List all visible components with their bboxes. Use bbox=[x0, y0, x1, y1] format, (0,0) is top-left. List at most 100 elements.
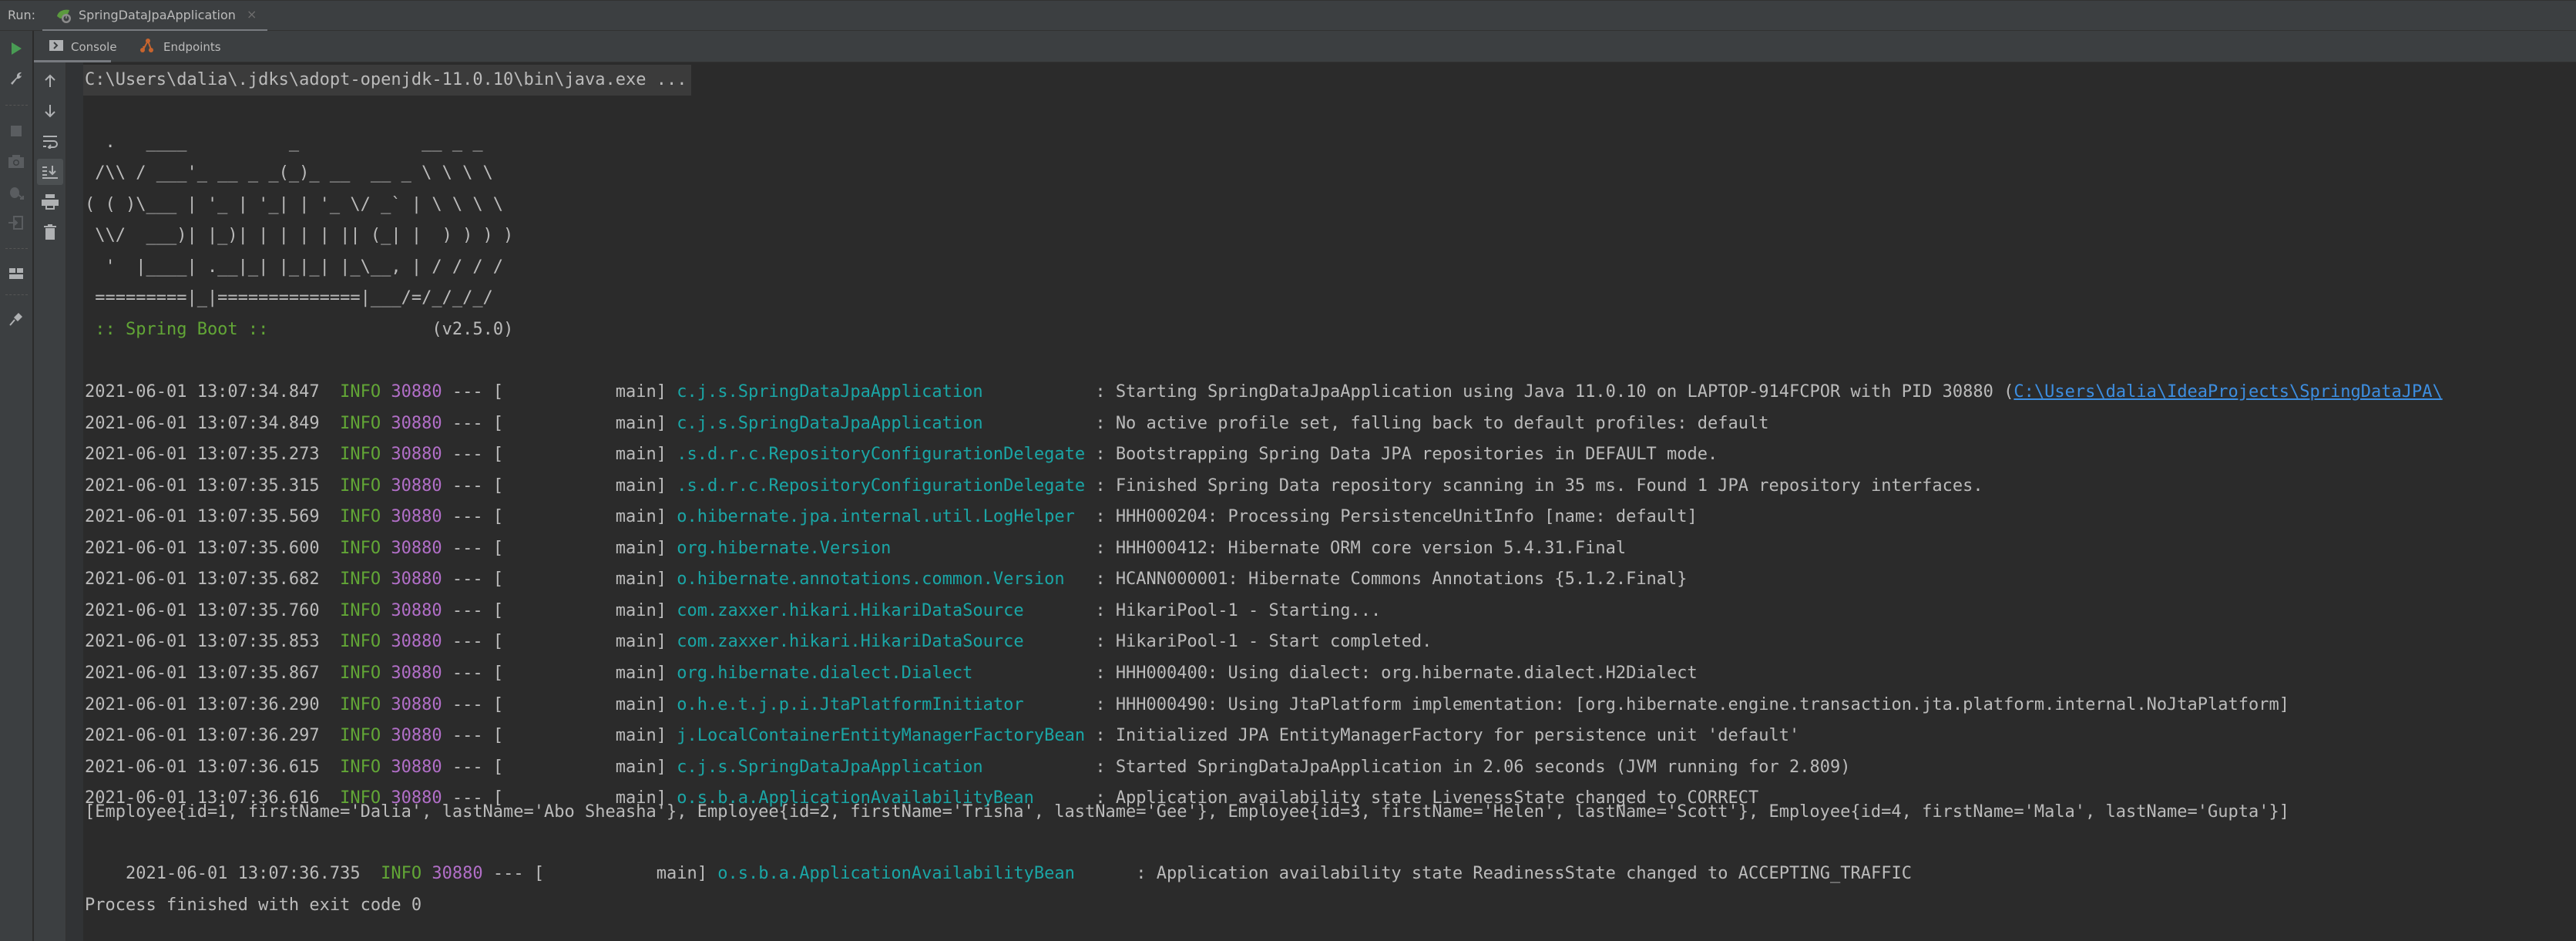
log-line: 2021-06-01 13:07:35.760 INFO 30880 --- [… bbox=[85, 596, 1381, 627]
run-icon[interactable] bbox=[3, 35, 29, 62]
log-message: : HHH000400: Using dialect: org.hibernat… bbox=[1085, 663, 1698, 683]
spring-boot-label: :: Spring Boot :: bbox=[85, 320, 279, 339]
log-pid: 30880 bbox=[391, 538, 442, 558]
log-logger[interactable]: o.s.b.a.ApplicationAvailabilityBean bbox=[717, 864, 1126, 883]
log-pid: 30880 bbox=[391, 570, 442, 590]
log-logger[interactable]: com.zaxxer.hikari.HikariDataSource bbox=[677, 601, 1085, 620]
log-pid: 30880 bbox=[391, 694, 442, 714]
log-line: 2021-06-01 13:07:36.735 INFO 30880 --- [… bbox=[85, 828, 1912, 883]
banner-line: . ____ _ __ _ _ bbox=[85, 133, 483, 152]
log-message: : HCANN000001: Hibernate Commons Annotat… bbox=[1085, 570, 1688, 590]
scroll-to-end-icon[interactable] bbox=[37, 159, 63, 185]
log-separator: --- [ bbox=[442, 757, 504, 777]
trash-icon[interactable] bbox=[37, 219, 63, 245]
log-thread: main] bbox=[503, 382, 677, 402]
log-pid: 30880 bbox=[391, 445, 442, 465]
log-line: 2021-06-01 13:07:34.847 INFO 30880 --- [… bbox=[85, 377, 2443, 408]
run-label: Run: bbox=[8, 8, 36, 22]
log-message: : No active profile set, falling back to… bbox=[1085, 413, 1769, 433]
log-message: : Bootstrapping Spring Data JPA reposito… bbox=[1085, 445, 1718, 465]
log-level: INFO bbox=[340, 694, 381, 714]
spring-boot-version: (v2.5.0) bbox=[278, 320, 514, 339]
print-icon[interactable] bbox=[37, 189, 63, 215]
run-tab-spring-data-jpa-application[interactable]: SpringDataJpaApplication × bbox=[42, 1, 267, 32]
log-thread: main] bbox=[503, 507, 677, 527]
log-message: : HHH000204: Processing PersistenceUnitI… bbox=[1085, 507, 1698, 527]
log-message: : HikariPool-1 - Start completed. bbox=[1085, 632, 1432, 652]
log-thread: main] bbox=[503, 726, 677, 746]
camera-icon[interactable] bbox=[3, 148, 29, 174]
log-separator: --- [ bbox=[442, 663, 504, 683]
log-logger[interactable]: o.hibernate.annotations.common.Version bbox=[677, 570, 1085, 589]
log-logger[interactable]: .s.d.r.c.RepositoryConfigurationDelegate bbox=[677, 476, 1085, 496]
log-logger[interactable]: org.hibernate.Version bbox=[677, 539, 1085, 558]
log-thread: main] bbox=[503, 445, 677, 465]
log-timestamp: 2021-06-01 13:07:34.849 bbox=[85, 413, 320, 433]
log-level: INFO bbox=[340, 600, 381, 620]
arrow-up-icon[interactable] bbox=[37, 68, 63, 94]
toolbar-separator bbox=[5, 294, 28, 295]
log-timestamp: 2021-06-01 13:07:35.760 bbox=[85, 600, 320, 620]
console-icon bbox=[49, 39, 63, 55]
log-line: 2021-06-01 13:07:36.615 INFO 30880 --- [… bbox=[85, 752, 1850, 783]
log-logger[interactable]: com.zaxxer.hikari.HikariDataSource bbox=[677, 632, 1085, 651]
log-message: : Application availability state Readine… bbox=[1126, 864, 1912, 883]
exit-message: Process finished with exit code 0 bbox=[85, 896, 422, 915]
log-timestamp: 2021-06-01 13:07:35.853 bbox=[85, 632, 320, 652]
log-level: INFO bbox=[340, 757, 381, 777]
log-line: 2021-06-01 13:07:35.682 INFO 30880 --- [… bbox=[85, 564, 1688, 595]
run-tool-window-header: Run: SpringDataJpaApplication × bbox=[0, 0, 2576, 32]
log-timestamp: 2021-06-01 13:07:34.847 bbox=[85, 382, 320, 402]
log-logger[interactable]: o.h.e.t.j.p.i.JtaPlatformInitiator bbox=[677, 695, 1085, 714]
log-logger[interactable]: c.j.s.SpringDataJpaApplication bbox=[677, 758, 1085, 777]
endpoints-icon bbox=[140, 38, 156, 55]
log-pid: 30880 bbox=[391, 757, 442, 777]
log-level: INFO bbox=[340, 507, 381, 527]
log-line: 2021-06-01 13:07:34.849 INFO 30880 --- [… bbox=[85, 408, 1769, 439]
banner-line: /\\ / ___'_ __ _ _(_)_ __ __ _ \ \ \ \ bbox=[85, 163, 493, 183]
log-separator: --- [ bbox=[442, 413, 504, 433]
layout-icon[interactable] bbox=[3, 260, 29, 287]
log-logger[interactable]: org.hibernate.dialect.Dialect bbox=[677, 664, 1085, 683]
toolbar-separator bbox=[5, 248, 28, 249]
soft-wrap-icon[interactable] bbox=[37, 129, 63, 155]
log-separator: --- [ bbox=[442, 726, 504, 746]
log-timestamp: 2021-06-01 13:07:36.290 bbox=[85, 694, 320, 714]
log-message: : Initialized JPA EntityManagerFactory f… bbox=[1085, 726, 1800, 746]
log-logger[interactable]: o.hibernate.jpa.internal.util.LogHelper bbox=[677, 507, 1085, 526]
banner-line: ( ( )\___ | '_ | '_| | '_ \/ _` | \ \ \ … bbox=[85, 195, 504, 214]
project-path-link[interactable]: C:\Users\dalia\IdeaProjects\SpringDataJP… bbox=[2013, 382, 2442, 402]
login-icon[interactable] bbox=[3, 210, 29, 236]
log-thread: main] bbox=[544, 864, 718, 883]
log-logger[interactable]: c.j.s.SpringDataJpaApplication bbox=[677, 382, 1085, 402]
wrench-icon[interactable] bbox=[3, 65, 29, 91]
log-logger[interactable]: j.LocalContainerEntityManagerFactoryBean bbox=[677, 726, 1085, 745]
log-line: 2021-06-01 13:07:36.297 INFO 30880 --- [… bbox=[85, 721, 1799, 751]
log-logger[interactable]: c.j.s.SpringDataJpaApplication bbox=[677, 414, 1085, 433]
log-message: : HikariPool-1 - Starting... bbox=[1085, 600, 1382, 620]
log-logger[interactable]: .s.d.r.c.RepositoryConfigurationDelegate bbox=[677, 445, 1085, 464]
log-level: INFO bbox=[340, 538, 381, 558]
arrow-down-icon[interactable] bbox=[37, 98, 63, 124]
log-separator: --- [ bbox=[442, 382, 504, 402]
tab-console[interactable]: Console bbox=[34, 31, 117, 62]
log-separator: --- [ bbox=[442, 694, 504, 714]
log-separator: --- [ bbox=[442, 600, 504, 620]
log-timestamp: 2021-06-01 13:07:35.867 bbox=[85, 663, 320, 683]
console-toolbar bbox=[34, 62, 66, 941]
debug-icon[interactable] bbox=[3, 179, 29, 205]
console-gutter bbox=[66, 62, 83, 941]
log-message: : HHH000412: Hibernate ORM core version … bbox=[1085, 538, 1627, 558]
toolbar-separator bbox=[5, 105, 28, 106]
console-output[interactable]: C:\Users\dalia\.jdks\adopt-openjdk-11.0.… bbox=[83, 62, 2576, 941]
banner-line: =========|_|==============|___/=/_/_/_/ bbox=[85, 288, 493, 308]
stop-icon[interactable] bbox=[3, 118, 29, 144]
log-pid: 30880 bbox=[391, 476, 442, 496]
pin-icon[interactable] bbox=[3, 305, 29, 331]
log-line: 2021-06-01 13:07:35.600 INFO 30880 --- [… bbox=[85, 533, 1626, 564]
tab-endpoints[interactable]: Endpoints bbox=[140, 31, 221, 62]
log-message: : Starting SpringDataJpaApplication usin… bbox=[1085, 382, 2014, 402]
log-pid: 30880 bbox=[391, 507, 442, 527]
log-timestamp: 2021-06-01 13:07:35.273 bbox=[85, 445, 320, 465]
close-icon[interactable]: × bbox=[247, 7, 257, 22]
